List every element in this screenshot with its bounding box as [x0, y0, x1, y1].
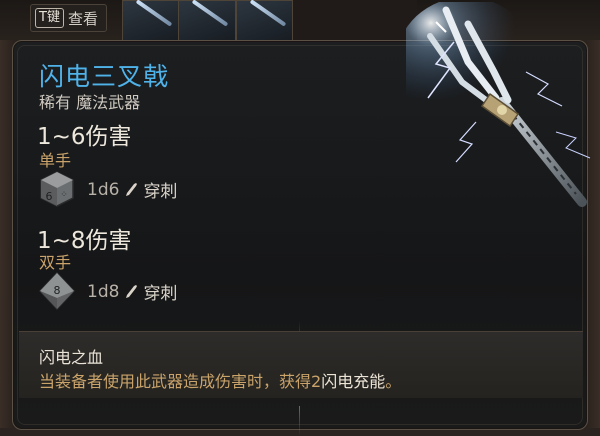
hotbar-slot[interactable]	[178, 0, 236, 42]
svg-text:⁘: ⁘	[60, 190, 68, 200]
piercing-icon	[126, 182, 138, 196]
hotbar-slot[interactable]	[122, 0, 180, 42]
damage-dice: 1d8	[87, 281, 120, 302]
hotbar-slot[interactable]	[292, 0, 417, 40]
passive-effect-panel: 闪电之血 当装备者使用此武器造成伤害时，获得2闪电充能。	[19, 331, 583, 398]
piercing-icon	[126, 284, 138, 298]
hotbar-slot[interactable]	[236, 0, 294, 42]
item-name: 闪电三叉戟	[39, 62, 170, 91]
hotkey-action-label: 查看	[67, 9, 98, 28]
die-face-label: 6	[46, 190, 53, 203]
lightning-trident-icon	[406, 2, 591, 207]
inspect-hotkey-hint[interactable]: T键 查看	[30, 4, 107, 32]
hand-label-one-handed: 单手	[39, 151, 72, 170]
damage-type: 穿刺	[143, 284, 178, 304]
lightning-charge-keyword[interactable]: 闪电充能	[321, 372, 385, 391]
section-divider	[299, 406, 300, 436]
hand-label-two-handed: 双手	[39, 253, 72, 272]
damage-range-one-handed: 1~6伤害	[37, 124, 132, 150]
d8-die-icon: 8	[38, 271, 76, 311]
damage-dice: 1d6	[87, 179, 120, 200]
die-face-label: 8	[54, 284, 61, 297]
damage-info-two-handed: 1d8 穿刺	[87, 279, 178, 305]
damage-type: 穿刺	[143, 182, 178, 202]
effect-description: 当装备者使用此武器造成伤害时，获得2闪电充能。	[39, 372, 402, 391]
damage-info-one-handed: 1d6 穿刺	[87, 177, 178, 203]
d6-die-icon: 6 ⁘	[40, 171, 74, 207]
effect-title: 闪电之血	[39, 348, 104, 367]
item-rarity-type: 稀有 魔法武器	[39, 93, 141, 112]
hotkey-badge: T键	[35, 8, 64, 28]
